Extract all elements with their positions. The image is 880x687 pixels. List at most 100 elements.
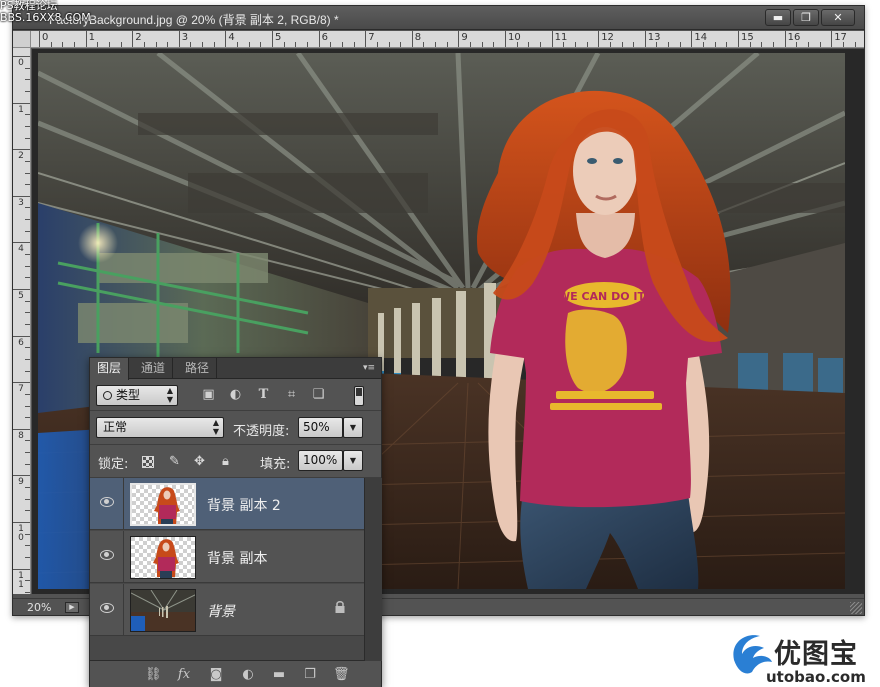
ruler-tick-minor [796, 42, 798, 47]
layer-thumbnail[interactable] [130, 536, 196, 579]
document-titlebar[interactable]: FactoryBackground.jpg @ 20% (背景 副本 2, RG… [13, 6, 864, 30]
ruler-tick-minor [25, 207, 30, 209]
lock-transparent-pixels-icon[interactable] [142, 456, 154, 468]
type-layer-filter-icon[interactable]: T [256, 388, 271, 402]
maximize-button[interactable]: ❐ [793, 9, 819, 26]
ruler-tick-minor [25, 347, 30, 349]
horizontal-ruler[interactable]: 0 1 2 3 4 5 6 7 8 9 10 11 12 13 14 15 16 17 [31, 31, 864, 48]
fill-input[interactable]: 100% [298, 450, 343, 471]
ruler-tick-minor [807, 42, 809, 47]
opacity-input[interactable]: 50% [298, 417, 343, 438]
ruler-tick-major [318, 31, 320, 47]
ruler-tick-major [13, 335, 30, 337]
blend-mode-select[interactable]: 正常 ▲ ▼ [96, 417, 224, 438]
ruler-h-label: 15 [741, 32, 754, 43]
filter-toggle-switch[interactable] [354, 386, 364, 406]
layer-list-scrollbar[interactable] [364, 478, 382, 661]
add-mask-icon[interactable]: ◙ [208, 668, 224, 682]
layer-name[interactable]: 背景 副本 [207, 548, 267, 568]
ruler-tick-minor [574, 42, 576, 47]
layers-panel: 图层 通道 路径 ▾≡ 类型 ▲ ▼ ▣ ◐ T ⌗ ❏ 正常 ▲ ▼ 不透明度: … [89, 357, 382, 687]
tab-layers[interactable]: 图层 [90, 358, 130, 380]
watermark-forum: PS教程论坛 BBS.16XX8.COM [0, 0, 91, 24]
layer-row-background-copy-2[interactable]: 背景 副本 2 [90, 478, 364, 530]
ruler-tick-minor [202, 42, 204, 47]
opacity-label: 不透明度: [233, 424, 290, 439]
delete-layer-trash-icon[interactable]: 🗑︎ [333, 668, 350, 682]
layer-name[interactable]: 背景 副本 2 [207, 495, 281, 515]
eye-icon[interactable] [100, 497, 114, 507]
zoom-level[interactable]: 20% [27, 601, 51, 614]
fill-dropdown-button[interactable]: ▼ [343, 450, 363, 471]
ruler-tick-minor [108, 42, 110, 47]
ruler-v-label: 3 [18, 197, 24, 208]
vertical-ruler[interactable]: 0 1 2 3 4 5 6 7 8 9 10 11 [13, 48, 31, 594]
lock-position-icon[interactable]: ✥ [192, 454, 207, 469]
smart-object-filter-icon[interactable]: ❏ [311, 388, 326, 402]
resize-grip[interactable] [850, 602, 862, 614]
ruler-tick-minor [213, 42, 215, 47]
ruler-tick-minor [25, 125, 30, 127]
visibility-column [90, 478, 124, 529]
ruler-tick-minor [25, 545, 30, 547]
eye-icon[interactable] [100, 603, 114, 613]
ruler-tick-minor [25, 254, 30, 256]
ruler-tick-minor [25, 440, 30, 442]
link-layers-icon[interactable]: ⛓ [145, 668, 162, 682]
tab-paths[interactable]: 路径 [178, 358, 218, 379]
ruler-tick-minor [25, 90, 30, 92]
ruler-tick-major [272, 31, 273, 47]
layer-thumbnail[interactable] [130, 589, 196, 632]
ruler-tick-minor [341, 42, 343, 47]
minimize-button[interactable]: ▬ [765, 9, 791, 26]
ruler-tick-major [13, 475, 30, 477]
ruler-tick-major [13, 149, 30, 151]
ruler-tick-minor [143, 42, 145, 47]
ruler-tick-minor [330, 42, 332, 47]
layer-thumbnail[interactable] [130, 483, 196, 526]
ruler-tick-minor [25, 114, 30, 116]
new-group-folder-icon[interactable]: ▬ [271, 668, 287, 682]
eye-icon[interactable] [100, 550, 114, 560]
status-menu-button[interactable]: ▶ [65, 602, 79, 613]
layer-style-fx-button[interactable]: fx [176, 668, 192, 682]
ruler-tick-minor [25, 265, 30, 267]
ruler-tick-minor [25, 300, 30, 302]
ruler-h-label: 2 [135, 32, 142, 43]
site-logo: 优图宝 utobao.com [728, 628, 880, 686]
ruler-tick-minor [400, 42, 402, 47]
ruler-v-label: 9 [18, 477, 24, 488]
ruler-tick-minor [25, 358, 30, 360]
layer-name[interactable]: 背景 [207, 601, 235, 621]
ruler-tick-major [738, 31, 739, 47]
ruler-tick-major [411, 31, 413, 47]
opacity-dropdown-button[interactable]: ▼ [343, 417, 363, 438]
shape-layer-filter-icon[interactable]: ⌗ [284, 388, 299, 402]
adjustment-layer-filter-icon[interactable]: ◐ [228, 388, 243, 402]
layer-row-background[interactable]: 背景 [90, 584, 364, 636]
layer-row-background-copy[interactable]: 背景 副本 [90, 531, 364, 583]
ruler-h-label: 17 [834, 32, 847, 43]
ruler-tick-minor [25, 533, 30, 535]
ruler-tick-minor [25, 393, 30, 395]
ruler-tick-minor [353, 42, 355, 47]
ruler-origin[interactable] [13, 31, 31, 48]
lock-all-icon[interactable]: 🔒︎ [218, 454, 233, 469]
filter-kind-select[interactable]: 类型 ▲ ▼ [96, 385, 178, 406]
tab-channels[interactable]: 通道 [134, 358, 174, 379]
lock-image-pixels-icon[interactable]: ✎ [167, 454, 182, 469]
ruler-tick-minor [25, 452, 30, 454]
ruler-tick-minor [25, 417, 30, 419]
ruler-v-label: 2 [18, 151, 24, 162]
ruler-tick-minor [679, 42, 681, 47]
ruler-h-label: 5 [275, 32, 282, 43]
ruler-tick-minor [62, 42, 64, 47]
close-button[interactable]: ✕ [821, 9, 855, 26]
ruler-tick-minor [97, 42, 99, 47]
ruler-h-label: 6 [321, 32, 328, 43]
pixel-layer-filter-icon[interactable]: ▣ [201, 388, 216, 402]
ruler-v-label: 1 [18, 104, 24, 115]
new-adjustment-layer-icon[interactable]: ◐ [240, 668, 256, 682]
new-layer-icon[interactable]: ❐ [302, 668, 318, 682]
panel-menu-icon[interactable]: ▾≡ [361, 362, 377, 374]
